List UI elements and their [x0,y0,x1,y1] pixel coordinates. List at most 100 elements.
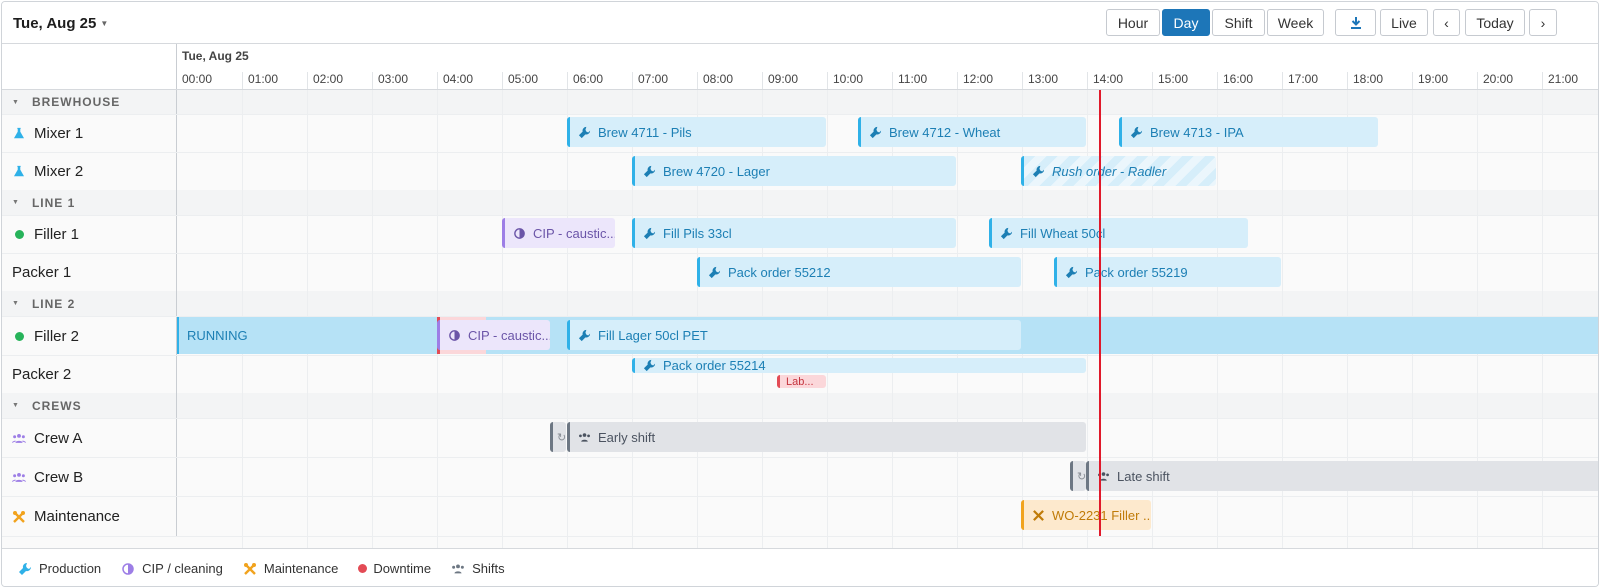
wrench-icon [1130,126,1143,138]
legend-label: Maintenance [263,561,339,576]
status-running-icon [12,329,26,343]
status-running-icon [12,228,26,242]
event-label: Rush order - Radler [1052,163,1167,179]
wrench-icon [578,126,591,138]
hour-label: 18:00 [1347,72,1383,89]
event-bar[interactable]: WO-2231 Filler ... [1021,500,1151,530]
caret-down-icon: ▼ [12,199,20,206]
wrench-icon [643,359,656,372]
legend-production: Production [18,561,101,576]
downtime-bar[interactable]: Lab... [777,375,826,388]
half-circle-icon [449,329,460,341]
event-bar[interactable]: Brew 4712 - Wheat [858,117,1086,147]
hour-label: 09:00 [762,72,798,89]
hour-label: 02:00 [307,72,343,89]
resource-label: Crew B [34,468,84,486]
users-icon [579,432,590,442]
timeline-header: Tue, Aug 25 00:00 01:00 02:00 03:00 04:00 05:… [177,44,1598,90]
tools-icon [243,562,256,575]
event-label: Late shift [1117,468,1170,484]
hour-label: 07:00 [632,72,668,89]
download-button[interactable] [1335,9,1376,36]
event-label: WO-2231 Filler ... [1052,507,1151,523]
event-bar[interactable]: Pack order 55219 [1054,257,1281,287]
hour-label: 19:00 [1412,72,1448,89]
resource-label: Crew A [34,429,83,447]
view-shift-button[interactable]: Shift [1212,9,1265,36]
timeline-day-label: Tue, Aug 25 [182,49,249,63]
today-button[interactable]: Today [1465,9,1525,36]
wrench-icon [578,329,591,341]
hour-label: 03:00 [372,72,408,89]
event-label: Fill Wheat 50cl [1020,225,1106,241]
event-label: Fill Pils 33cl [663,225,732,241]
next-button[interactable]: › [1529,9,1557,36]
hour-label: 20:00 [1477,72,1513,89]
date-picker[interactable]: Tue, Aug 25 ▼ [13,15,108,32]
hour-label: 14:00 [1087,72,1123,89]
event-bar[interactable]: Fill Lager 50cl PET [567,320,1021,350]
event-label: Brew 4720 - Lager [663,163,770,179]
wrench-icon [643,165,656,177]
group-label: BREWHOUSE [31,95,121,109]
prev-button[interactable]: ‹ [1433,9,1460,36]
hour-label: 08:00 [697,72,733,89]
wrench-icon [708,266,721,278]
refresh-icon: ↻ [557,431,566,444]
event-label: Brew 4712 - Wheat [889,124,1001,140]
event-label: RUNNING [187,328,248,343]
event-label: Lab... [786,375,814,388]
group-label: LINE 1 [31,195,76,210]
current-time-line [1099,90,1101,536]
wrench-icon [1032,165,1045,177]
caret-down-icon: ▼ [12,300,20,307]
legend-label: Shifts [472,561,505,576]
hour-label: 11:00 [892,72,927,89]
wrench-icon [869,126,882,138]
event-bar[interactable]: Pack order 55212 [697,257,1021,287]
refresh-icon: ↻ [1077,470,1086,483]
hour-label: 15:00 [1152,72,1188,89]
date-title: Tue, Aug 25 [13,15,97,32]
legend-shifts: Shifts [451,561,505,576]
hour-label: 06:00 [567,72,603,89]
event-bar[interactable]: Brew 4713 - IPA [1119,117,1378,147]
event-bar[interactable]: Rush order - Radler [1021,156,1216,186]
event-bar[interactable]: Pack order 55214 [632,358,1086,373]
event-bar[interactable]: CIP - caustic... [437,320,550,350]
view-hour-button[interactable]: Hour [1106,9,1160,36]
event-bar[interactable]: CIP - caustic... [502,218,615,248]
flask-icon [12,165,26,179]
view-day-button[interactable]: Day [1162,9,1210,36]
view-week-button[interactable]: Week [1267,9,1324,36]
event-label: Pack order 55214 [663,358,766,373]
users-icon [12,431,26,445]
hour-label: 13:00 [1022,72,1058,89]
event-bar[interactable]: Fill Wheat 50cl [989,218,1248,248]
wrench-icon [1065,266,1078,278]
event-bar[interactable]: Brew 4711 - Pils [567,117,826,147]
wrench-icon [19,562,32,575]
event-bar[interactable]: Late shift [1086,461,1598,491]
event-bar[interactable]: Early shift [567,422,1086,452]
hour-label: 16:00 [1217,72,1253,89]
hour-label: 04:00 [437,72,473,89]
live-button[interactable]: Live [1380,9,1428,36]
legend-downtime: Downtime [358,561,431,576]
half-circle-icon [514,227,525,239]
changeover-bar[interactable]: ↻ [1070,461,1086,491]
changeover-bar[interactable]: ↻ [550,422,566,452]
event-bar[interactable]: Fill Pils 33cl [632,218,956,248]
group-label: CREWS [31,398,82,413]
users-icon [12,470,26,484]
hour-label: 05:00 [502,72,538,89]
legend-maintenance: Maintenance [243,561,338,576]
event-bar[interactable]: Brew 4720 - Lager [632,156,956,186]
hour-label: 12:00 [957,72,993,89]
toolbar: Tue, Aug 25 ▼ Hour Day Shift Week Live ‹ … [2,2,1598,44]
event-label: Brew 4711 - Pils [598,124,692,140]
scheduler-frame: Tue, Aug 25 ▼ Hour Day Shift Week Live ‹ … [1,1,1599,587]
hour-label: 10:00 [827,72,863,89]
wrench-icon [643,227,656,239]
event-area: Brew 4711 - Pils Brew 4712 - Wheat Brew … [177,90,1598,548]
